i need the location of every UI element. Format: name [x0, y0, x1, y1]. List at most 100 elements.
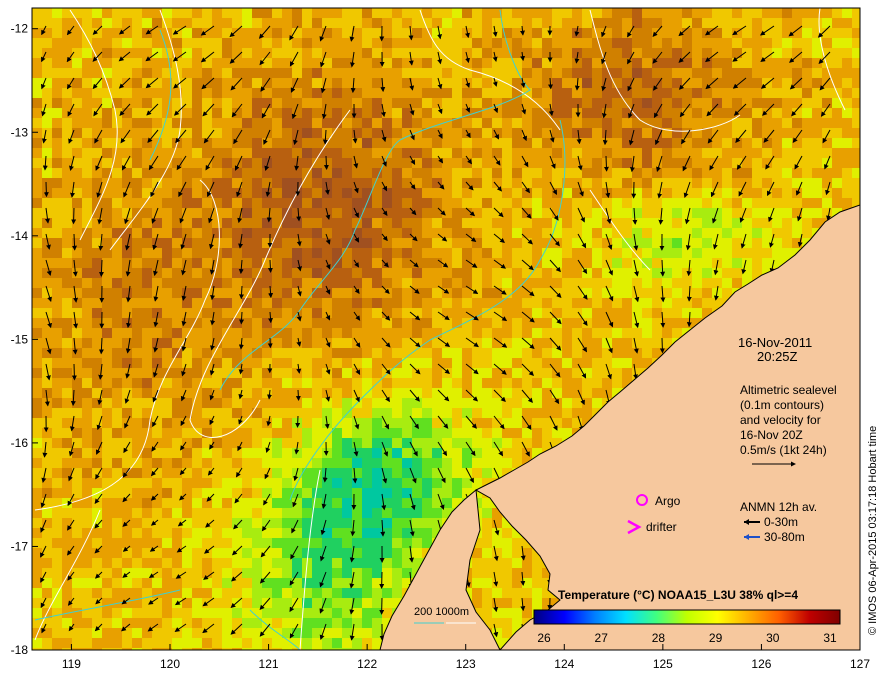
- sst-cell: [172, 38, 182, 48]
- sst-cell: [212, 558, 222, 568]
- sst-cell: [512, 438, 522, 448]
- sst-cell: [72, 88, 82, 98]
- sst-cell: [202, 308, 212, 318]
- sst-cell: [322, 8, 332, 18]
- sst-cell: [92, 268, 102, 278]
- sst-cell: [202, 168, 212, 178]
- sst-cell: [502, 108, 512, 118]
- sst-cell: [362, 238, 372, 248]
- sst-cell: [412, 458, 422, 468]
- sst-cell: [562, 68, 572, 78]
- sst-cell: [722, 98, 732, 108]
- sst-cell: [642, 58, 652, 68]
- sst-cell: [282, 578, 292, 588]
- sst-cell: [552, 258, 562, 268]
- sst-cell: [422, 8, 432, 18]
- sst-cell: [762, 168, 772, 178]
- sst-cell: [212, 468, 222, 478]
- sst-cell: [122, 318, 132, 328]
- sst-cell: [32, 588, 42, 598]
- sst-cell: [282, 118, 292, 128]
- sst-cell: [322, 158, 332, 168]
- sst-cell: [172, 18, 182, 28]
- sst-cell: [132, 588, 142, 598]
- sst-cell: [662, 28, 672, 38]
- sst-cell: [412, 388, 422, 398]
- sst-cell: [252, 468, 262, 478]
- sst-cell: [202, 158, 212, 168]
- sst-cell: [582, 288, 592, 298]
- sst-cell: [352, 268, 362, 278]
- sst-cell: [582, 168, 592, 178]
- sst-cell: [332, 248, 342, 258]
- sst-cell: [42, 98, 52, 108]
- sst-cell: [422, 218, 432, 228]
- sst-cell: [262, 38, 272, 48]
- sst-cell: [262, 458, 272, 468]
- sst-cell: [242, 518, 252, 528]
- sst-cell: [532, 68, 542, 78]
- sst-cell: [352, 428, 362, 438]
- sst-cell: [102, 348, 112, 358]
- sst-cell: [182, 448, 192, 458]
- sst-cell: [182, 548, 192, 558]
- sst-cell: [312, 528, 322, 538]
- sst-cell: [482, 98, 492, 108]
- sst-cell: [412, 308, 422, 318]
- sst-cell: [562, 368, 572, 378]
- sst-cell: [362, 168, 372, 178]
- sst-cell: [322, 568, 332, 578]
- sst-cell: [202, 478, 212, 488]
- sst-cell: [692, 298, 702, 308]
- sst-cell: [482, 378, 492, 388]
- sst-cell: [682, 88, 692, 98]
- sst-cell: [782, 108, 792, 118]
- sst-cell: [62, 248, 72, 258]
- sst-cell: [832, 38, 842, 48]
- sst-cell: [842, 28, 852, 38]
- sst-cell: [482, 388, 492, 398]
- sst-cell: [562, 388, 572, 398]
- sst-cell: [362, 8, 372, 18]
- sst-cell: [252, 328, 262, 338]
- sst-cell: [252, 38, 262, 48]
- sst-cell: [72, 298, 82, 308]
- sst-cell: [242, 328, 252, 338]
- sst-cell: [172, 428, 182, 438]
- sst-cell: [202, 58, 212, 68]
- sst-cell: [42, 448, 52, 458]
- sst-cell: [82, 48, 92, 58]
- sst-cell: [32, 158, 42, 168]
- sst-cell: [82, 368, 92, 378]
- sst-cell: [442, 338, 452, 348]
- sst-cell: [422, 38, 432, 48]
- sst-cell: [582, 408, 592, 418]
- sst-cell: [392, 318, 402, 328]
- sst-cell: [442, 488, 452, 498]
- sst-cell: [702, 278, 712, 288]
- sst-cell: [192, 508, 202, 518]
- sst-cell: [42, 168, 52, 178]
- sst-cell: [252, 158, 262, 168]
- sst-cell: [372, 488, 382, 498]
- sst-cell: [202, 68, 212, 78]
- sst-cell: [292, 248, 302, 258]
- sst-cell: [692, 238, 702, 248]
- sst-cell: [512, 358, 522, 368]
- sst-cell: [42, 488, 52, 498]
- sst-cell: [282, 378, 292, 388]
- sst-cell: [492, 178, 502, 188]
- sst-cell: [172, 458, 182, 468]
- sst-cell: [172, 288, 182, 298]
- sst-cell: [592, 328, 602, 338]
- sst-cell: [812, 188, 822, 198]
- sst-cell: [372, 278, 382, 288]
- sst-cell: [202, 338, 212, 348]
- sst-cell: [302, 98, 312, 108]
- sst-cell: [642, 188, 652, 198]
- sst-cell: [332, 28, 342, 38]
- sst-cell: [632, 28, 642, 38]
- sst-cell: [692, 48, 702, 58]
- sst-cell: [222, 598, 232, 608]
- sst-cell: [402, 108, 412, 118]
